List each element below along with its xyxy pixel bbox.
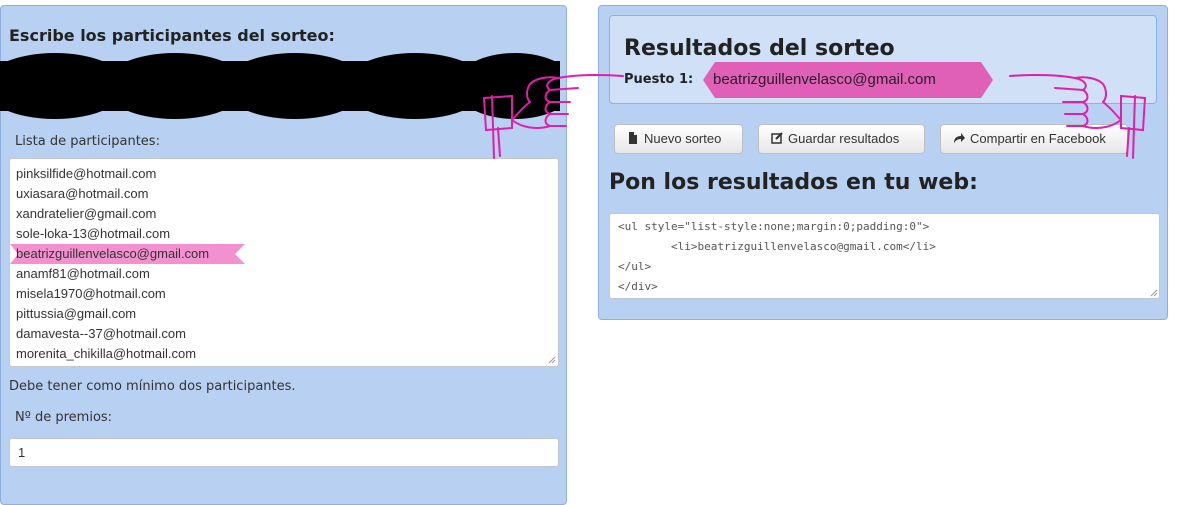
participant-row: anamf81@hotmail.com <box>16 264 552 284</box>
save-results-button[interactable]: Guardar resultados <box>758 124 925 154</box>
edit-icon <box>771 132 783 144</box>
winner-email: beatrizguillenvelasco@gmail.com <box>713 71 936 88</box>
results-title: Resultados del sorteo <box>624 36 895 61</box>
save-results-label: Guardar resultados <box>788 131 900 146</box>
embed-code-textarea[interactable]: <ul style="list-style:none;margin:0;padd… <box>609 213 1160 299</box>
participant-email: beatrizguillenvelasco@gmail.com <box>16 246 210 261</box>
new-draw-label: Nuevo sorteo <box>644 131 722 146</box>
embed-title: Pon los resultados en tu web: <box>609 170 978 195</box>
participant-email: pinksilfide@hotmail.com <box>16 166 157 181</box>
participant-email: pittussia@gmail.com <box>16 306 137 321</box>
prizes-label: Nº de premios: <box>15 410 113 425</box>
min-participants-hint: Debe tener como mínimo dos participantes… <box>9 379 296 394</box>
participant-email: misela1970@hotmail.com <box>16 286 166 301</box>
code-resize-handle-icon[interactable] <box>1150 289 1158 297</box>
participant-row: xandratelier@gmail.com <box>16 204 552 224</box>
participant-email: uxiasara@hotmail.com <box>16 186 149 201</box>
participant-row: pittussia@gmail.com <box>16 304 552 324</box>
participant-email: anamf81@hotmail.com <box>16 266 150 281</box>
puesto-label: Puesto 1: <box>624 72 694 87</box>
participants-textarea[interactable]: pinksilfide@hotmail.com uxiasara@hotmail.… <box>9 158 559 367</box>
share-arrow-icon <box>954 133 965 143</box>
participant-email: morenita_chikilla@hotmail.com <box>16 346 197 361</box>
participants-list-label: Lista de participantes: <box>15 134 160 149</box>
participant-row: misela1970@hotmail.com <box>16 284 552 304</box>
participant-row: beatrizguillenvelasco@gmail.com <box>10 244 552 264</box>
participant-row: morenita_chikilla@hotmail.com <box>16 344 552 364</box>
redacted-area <box>0 53 560 119</box>
participant-row: uxiasara@hotmail.com <box>16 184 552 204</box>
participant-email: xandratelier@gmail.com <box>16 206 157 221</box>
file-icon <box>629 132 637 144</box>
new-draw-button[interactable]: Nuevo sorteo <box>614 124 743 154</box>
pointing-hand-right-icon <box>482 73 624 159</box>
participant-email: sole-loka-13@hotmail.com <box>16 226 171 241</box>
participant-row: pinksilfide@hotmail.com <box>16 164 552 184</box>
resize-handle-icon[interactable] <box>548 356 556 364</box>
participants-title: Escribe los participantes del sorteo: <box>9 26 335 45</box>
pointing-hand-left-icon <box>1009 73 1147 159</box>
participant-row: damavesta--37@hotmail.com <box>16 324 552 344</box>
participant-email: damavesta--37@hotmail.com <box>16 326 186 341</box>
prizes-input[interactable]: 1 <box>9 438 559 467</box>
participant-row: sole-loka-13@hotmail.com <box>16 224 552 244</box>
